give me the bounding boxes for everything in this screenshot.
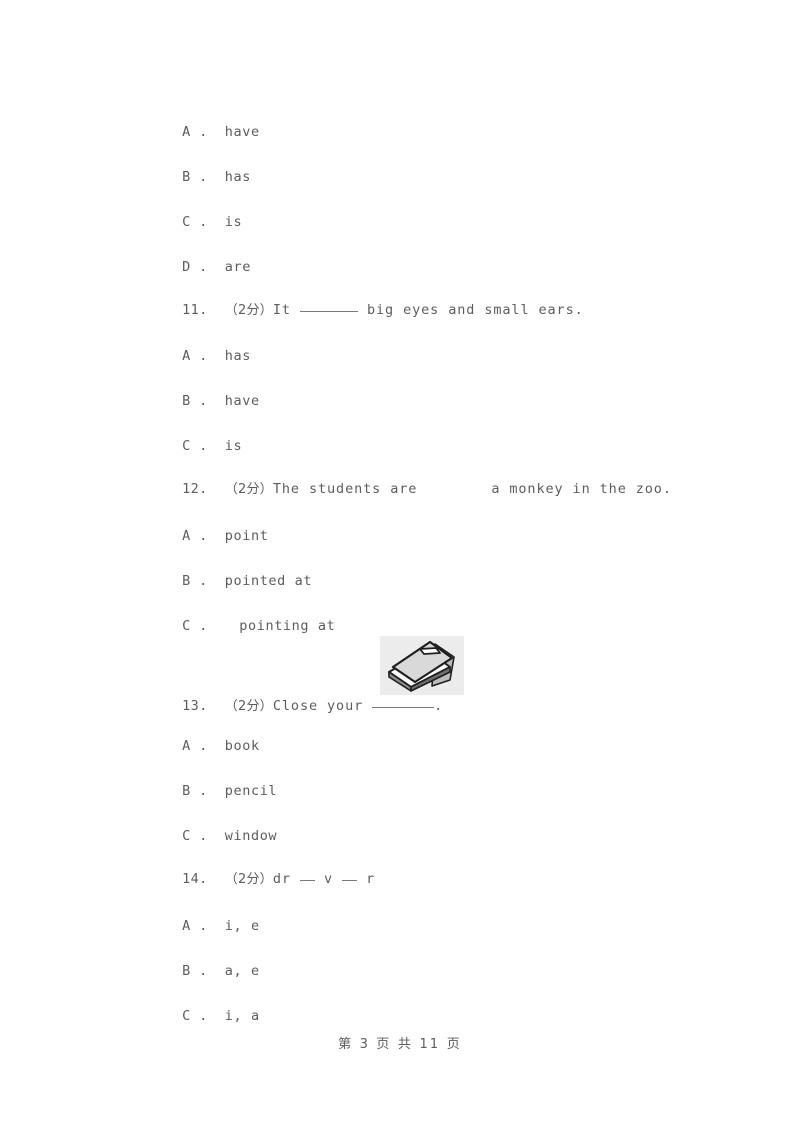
option-letter: C	[182, 828, 191, 844]
option-separator: .	[190, 214, 225, 230]
option-letter: C	[182, 1008, 191, 1024]
option-text: book	[224, 738, 260, 754]
question-stem-after: r	[357, 871, 376, 887]
question-11-stem: 11. （2分）It big eyes and small ears.	[148, 286, 584, 335]
option-row: C . is	[148, 198, 242, 246]
question-stem-mid: v	[314, 871, 343, 887]
option-text: is	[224, 438, 243, 454]
question-score: （2分）	[224, 872, 273, 887]
option-text: pointing at	[239, 618, 336, 634]
option-separator: .	[190, 393, 225, 409]
question-14-stem: 14. （2分）dr v r	[148, 855, 375, 904]
option-separator: .	[190, 348, 225, 364]
option-row: B . pencil	[148, 767, 277, 815]
question-number: 13.	[182, 698, 208, 714]
option-separator: .	[190, 169, 225, 185]
question-stem-before: Close your	[272, 698, 373, 714]
option-letter: C	[182, 214, 191, 230]
option-separator: .	[190, 963, 225, 979]
option-row: C . window	[148, 812, 277, 860]
option-letter: C	[182, 438, 191, 454]
option-text: pointed at	[224, 573, 313, 589]
option-separator: .	[190, 618, 234, 634]
answer-blank	[372, 707, 435, 708]
option-row: B . has	[148, 153, 251, 201]
option-separator: .	[190, 783, 225, 799]
option-row: A . i, e	[148, 902, 260, 950]
option-text: i, e	[224, 918, 260, 934]
question-number: 14.	[182, 871, 208, 887]
option-separator: .	[190, 124, 225, 140]
option-separator: .	[190, 918, 225, 934]
option-letter: B	[182, 393, 191, 409]
answer-blank-first	[299, 880, 315, 881]
question-12-stem: 12. （2分）The students are a monkey in the …	[148, 465, 672, 514]
question-stem-after: .	[434, 698, 444, 714]
option-row: A . book	[148, 722, 260, 770]
option-separator: .	[190, 738, 225, 754]
question-number: 11.	[182, 302, 208, 318]
option-letter: B	[182, 963, 191, 979]
question-stem-before: It	[272, 302, 300, 318]
option-row: A . has	[148, 332, 251, 380]
option-letter: A	[182, 918, 191, 934]
page-footer: 第 3 页 共 11 页	[338, 1037, 462, 1052]
option-letter: A	[182, 124, 191, 140]
answer-blank-second	[342, 880, 358, 881]
option-letter: B	[182, 783, 191, 799]
option-text: have	[224, 124, 260, 140]
option-letter: A	[182, 738, 191, 754]
option-letter: D	[182, 259, 191, 275]
document-page: A . have B . has C . is D . are 11. （2分）…	[0, 0, 800, 1132]
question-stem-before: The students are	[272, 481, 418, 497]
option-text: pencil	[224, 783, 278, 799]
option-letter: A	[182, 528, 191, 544]
option-text: is	[224, 214, 243, 230]
option-row: C . pointing at	[148, 602, 335, 650]
option-text: window	[224, 828, 278, 844]
option-letter: B	[182, 573, 191, 589]
option-separator: .	[190, 1008, 225, 1024]
question-stem-after: big eyes and small ears.	[357, 302, 584, 318]
option-row: B . a, e	[148, 947, 260, 995]
option-row: A . have	[148, 108, 260, 156]
option-text: have	[224, 393, 260, 409]
option-row: A . point	[148, 512, 268, 560]
option-separator: .	[190, 528, 225, 544]
question-score: （2分）	[224, 699, 273, 714]
option-text: point	[224, 528, 269, 544]
option-row: D . are	[148, 243, 251, 291]
option-separator: .	[190, 573, 225, 589]
answer-blank	[299, 311, 358, 312]
option-letter: A	[182, 348, 191, 364]
question-stem-before: dr	[272, 871, 300, 887]
option-row: C . is	[148, 422, 242, 470]
option-text: i, a	[224, 1008, 260, 1024]
question-number: 12.	[182, 481, 208, 497]
option-separator: .	[190, 828, 225, 844]
option-text: a, e	[224, 963, 260, 979]
option-letter: B	[182, 169, 191, 185]
option-text: are	[224, 259, 251, 275]
question-stem-after: a monkey in the zoo.	[491, 481, 672, 497]
option-row: B . pointed at	[148, 557, 312, 605]
option-separator: .	[190, 259, 225, 275]
question-score: （2分）	[224, 303, 273, 318]
option-text: has	[224, 348, 251, 364]
option-separator: .	[190, 438, 225, 454]
question-score: （2分）	[224, 482, 273, 497]
option-text: has	[224, 169, 251, 185]
option-row: B . have	[148, 377, 260, 425]
option-letter: C	[182, 618, 191, 634]
